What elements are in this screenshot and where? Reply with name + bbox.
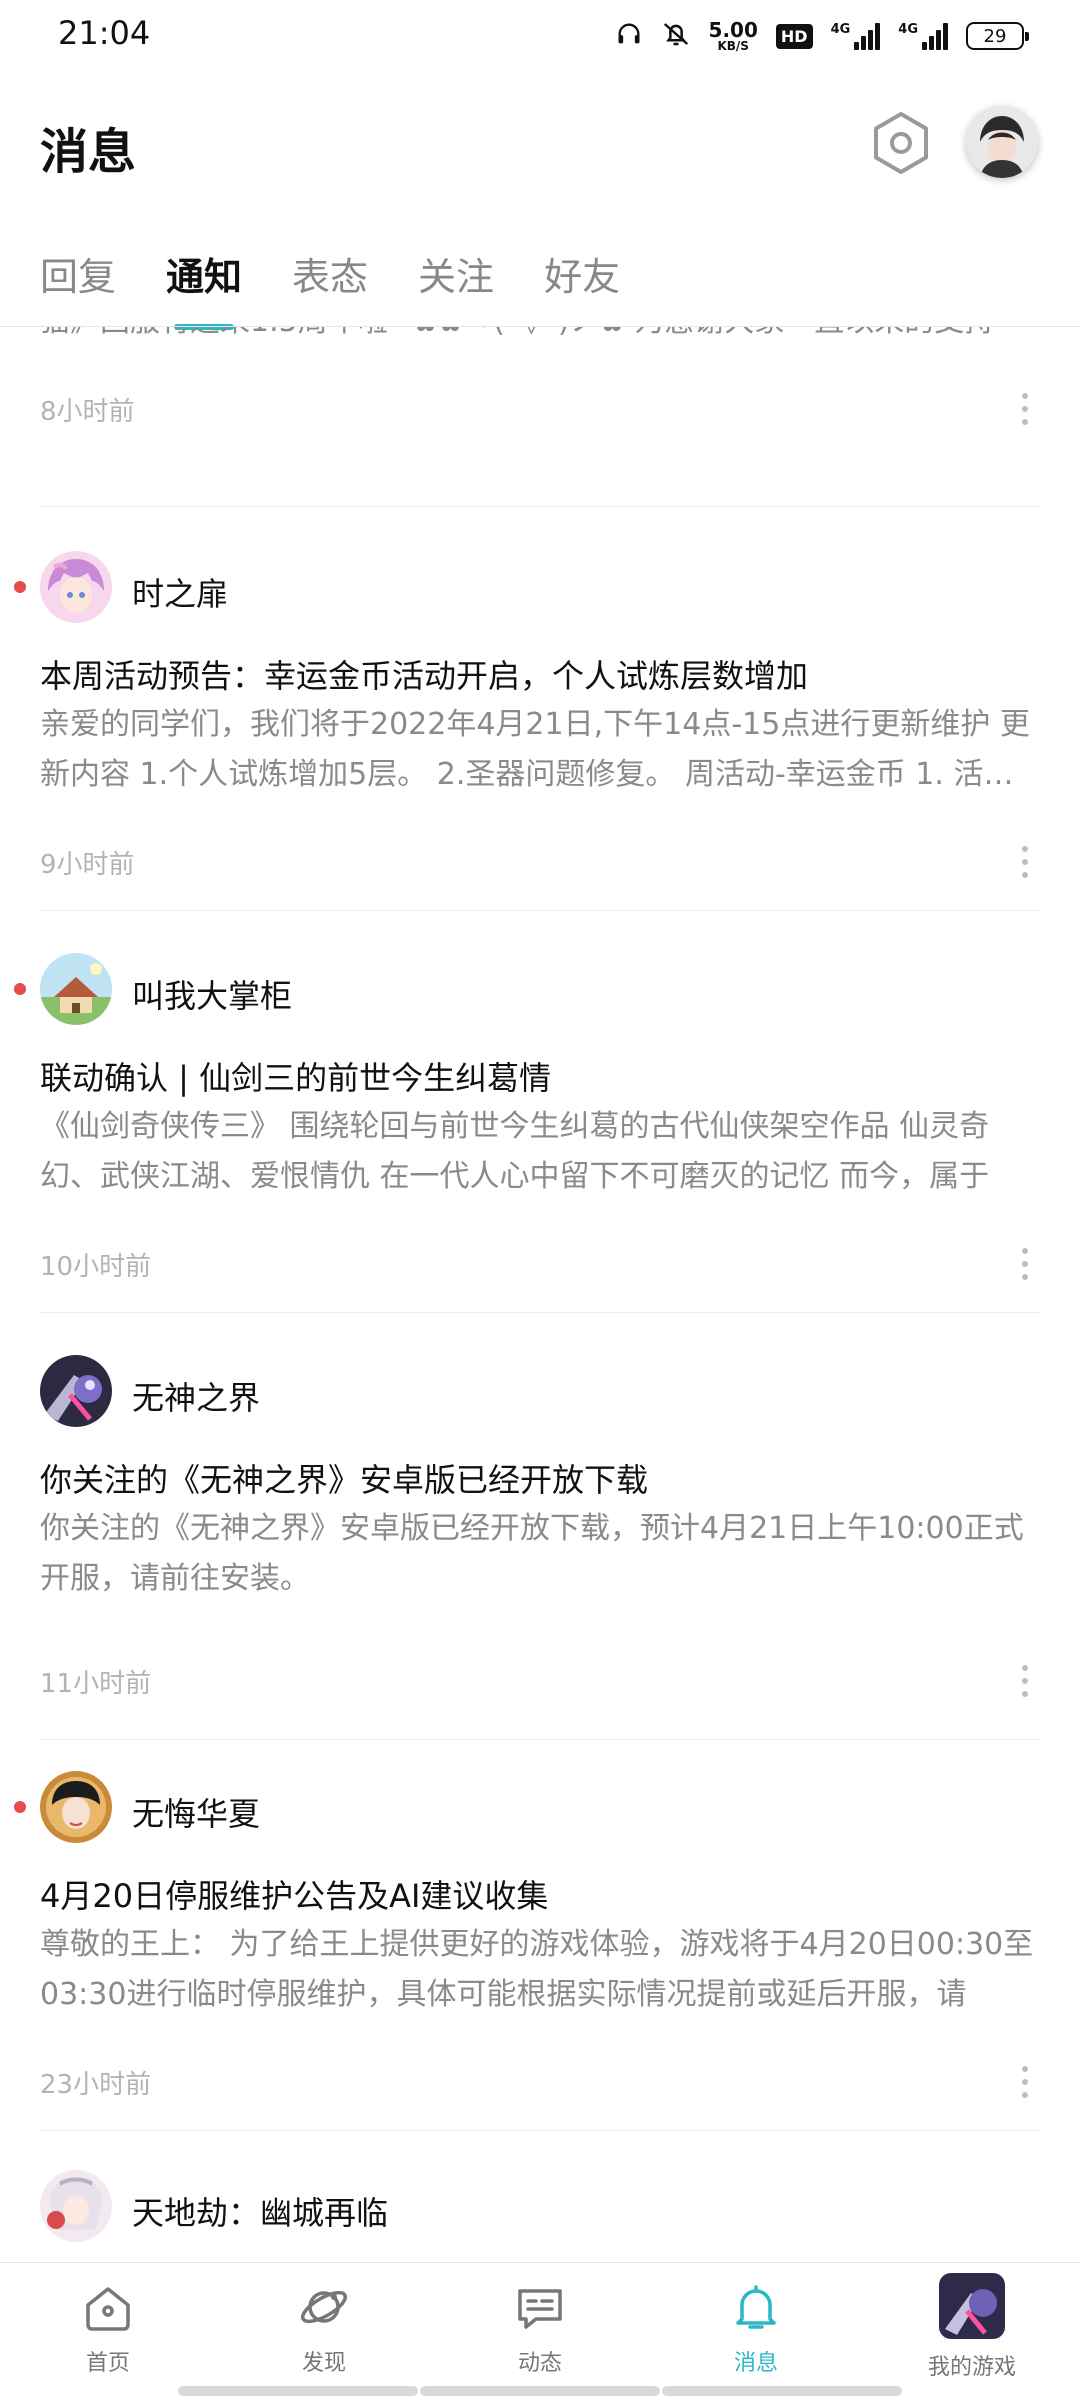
more-options-icon[interactable] <box>1010 842 1040 882</box>
tab-friends[interactable]: 好友 <box>544 240 620 330</box>
more-options-icon[interactable] <box>1010 1661 1040 1701</box>
message-card-icon <box>518 2289 562 2329</box>
post-time: 8小时前 <box>40 397 135 427</box>
tab-reply[interactable]: 回复 <box>40 240 116 330</box>
nav-feed[interactable]: 动态 <box>470 2279 610 2391</box>
nav-home[interactable]: 首页 <box>38 2279 178 2391</box>
status-time: 21:04 <box>58 14 151 52</box>
divider <box>40 2130 1040 2131</box>
planet-icon <box>300 2290 348 2324</box>
post-title[interactable]: 你关注的《无神之界》安卓版已经开放下载 <box>40 1455 1040 1501</box>
post-body[interactable]: 尊敬的王上： 为了给王上提供更好的游戏体验，游戏将于4月20日00:30至03:… <box>40 1920 1040 2020</box>
messages-screen: 21:04 5.00 KB/S HD 4G 4G 29 消息 回复 通知 表态 … <box>0 0 1080 2400</box>
divider <box>40 506 1040 507</box>
gesture-bar <box>420 2386 660 2396</box>
author-avatar[interactable] <box>40 2170 112 2242</box>
author-name[interactable]: 无神之界 <box>132 1373 260 1419</box>
mute-bell-icon <box>661 19 691 54</box>
unread-dot <box>14 983 26 995</box>
user-avatar[interactable] <box>966 106 1038 178</box>
post-time: 9小时前 <box>40 850 135 880</box>
tab-reactions[interactable]: 表态 <box>292 240 368 330</box>
game-thumbnail <box>939 2273 1005 2339</box>
nav-discover[interactable]: 发现 <box>254 2279 394 2391</box>
post-time: 23小时前 <box>40 2070 152 2100</box>
post-title[interactable]: 联动确认 | 仙剑三的前世今生纠葛情 <box>40 1053 1040 1099</box>
nav-my-games[interactable]: 我的游戏 <box>902 2273 1042 2391</box>
unread-dot <box>14 1801 26 1813</box>
more-options-icon[interactable] <box>1010 2062 1040 2102</box>
more-options-icon[interactable] <box>1010 389 1040 429</box>
more-options-icon[interactable] <box>1010 1244 1040 1284</box>
bottom-navigation: 首页 发现 动态 消息 我的游戏 <box>0 2262 1080 2400</box>
author-avatar[interactable] <box>40 953 112 1025</box>
notification-list[interactable]: 大家好，这里是心情无比激动的菲尔： 5月5日《另一个伊甸：超越时空的猫》国服将迎… <box>0 327 1080 2262</box>
divider <box>40 910 1040 911</box>
status-icons: 5.00 KB/S HD 4G 4G 29 <box>615 16 1029 56</box>
author-name[interactable]: 叫我大掌柜 <box>132 971 292 1017</box>
message-tabs: 回复 通知 表态 关注 好友 <box>40 240 620 330</box>
home-icon <box>86 2287 130 2331</box>
author-avatar[interactable] <box>40 1771 112 1843</box>
status-bar: 21:04 5.00 KB/S HD 4G 4G 29 <box>0 0 1080 70</box>
post-body[interactable]: 《仙剑奇侠传三》 围绕轮回与前世今生纠葛的古代仙侠架空作品 仙灵奇幻、武侠江湖、… <box>40 1102 1040 1202</box>
hexagon-settings-icon[interactable] <box>870 110 932 176</box>
tab-notifications[interactable]: 通知 <box>166 240 242 330</box>
signal-icon: 4G <box>831 22 881 50</box>
headphones-icon <box>615 20 643 53</box>
post-body[interactable]: 你关注的《无神之界》安卓版已经开放下载，预计4月21日上午10:00正式开服，请… <box>40 1504 1040 1604</box>
post-body: 大家好，这里是心情无比激动的菲尔： 5月5日《另一个伊甸：超越时空的猫》国服将迎… <box>40 327 1040 347</box>
page-header: 消息 <box>0 90 1080 200</box>
author-name[interactable]: 时之扉 <box>132 569 228 615</box>
post-title[interactable]: 4月20日停服维护公告及AI建议收集 <box>40 1871 1040 1917</box>
post-body[interactable]: 亲爱的同学们，我们将于2022年4月21日,下午14点-15点进行更新维护 更新… <box>40 700 1040 800</box>
divider <box>40 1312 1040 1313</box>
author-name[interactable]: 天地劫：幽城再临 <box>132 2188 388 2234</box>
tab-following[interactable]: 关注 <box>418 240 494 330</box>
post-time: 10小时前 <box>40 1252 152 1282</box>
author-avatar[interactable] <box>40 551 112 623</box>
author-avatar[interactable] <box>40 1355 112 1427</box>
network-speed: 5.00 KB/S <box>708 18 758 53</box>
signal-icon-2: 4G <box>898 22 948 50</box>
bell-icon <box>736 2285 776 2329</box>
gesture-bar <box>662 2386 902 2396</box>
battery-icon: 29 <box>966 22 1029 50</box>
author-name[interactable]: 无悔华夏 <box>132 1789 260 1835</box>
unread-dot <box>14 581 26 593</box>
post-time: 11小时前 <box>40 1669 152 1699</box>
gesture-bar <box>178 2386 418 2396</box>
page-title: 消息 <box>40 124 137 180</box>
post-title[interactable]: 本周活动预告：幸运金币活动开启，个人试炼层数增加 <box>40 651 1040 697</box>
nav-messages[interactable]: 消息 <box>686 2279 826 2391</box>
divider <box>40 1739 1040 1740</box>
hd-badge: HD <box>775 23 813 49</box>
